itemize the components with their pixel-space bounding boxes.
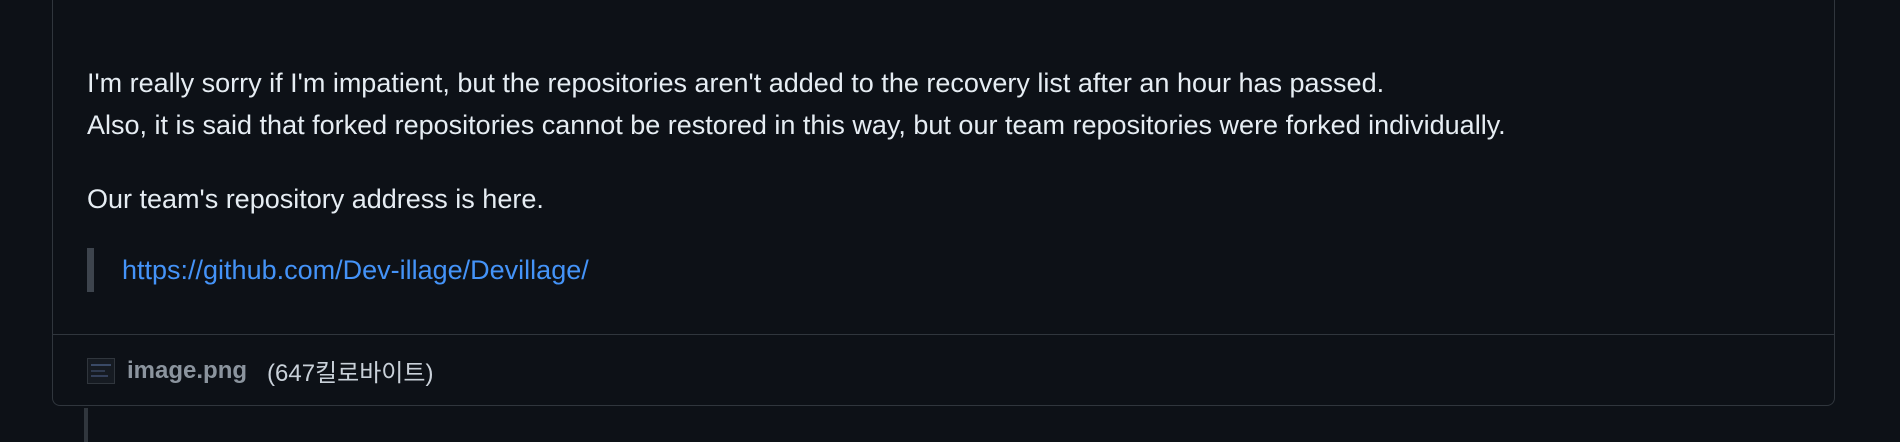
comment-body: I'm really sorry if I'm impatient, but t…: [87, 62, 1787, 220]
comment-paragraph: I'm really sorry if I'm impatient, but t…: [87, 62, 1787, 146]
attachment-file-name[interactable]: image.png: [127, 357, 247, 385]
image-thumbnail-icon[interactable]: [87, 357, 115, 384]
comment-line-1: I'm really sorry if I'm impatient, but t…: [87, 68, 1385, 98]
repository-link[interactable]: https://github.com/Dev-illage/Devillage/: [122, 255, 589, 286]
attachment-footer: image.png (647킬로바이트): [53, 334, 1834, 406]
attachment-file-size: (647킬로바이트): [267, 360, 434, 387]
comment-line-2: Also, it is said that forked repositorie…: [87, 110, 1506, 140]
comment-line-3: Our team's repository address is here.: [87, 184, 544, 214]
timeline-line: [84, 408, 88, 442]
comment-box: I'm really sorry if I'm impatient, but t…: [52, 0, 1835, 406]
blockquote: https://github.com/Dev-illage/Devillage/: [87, 248, 589, 292]
